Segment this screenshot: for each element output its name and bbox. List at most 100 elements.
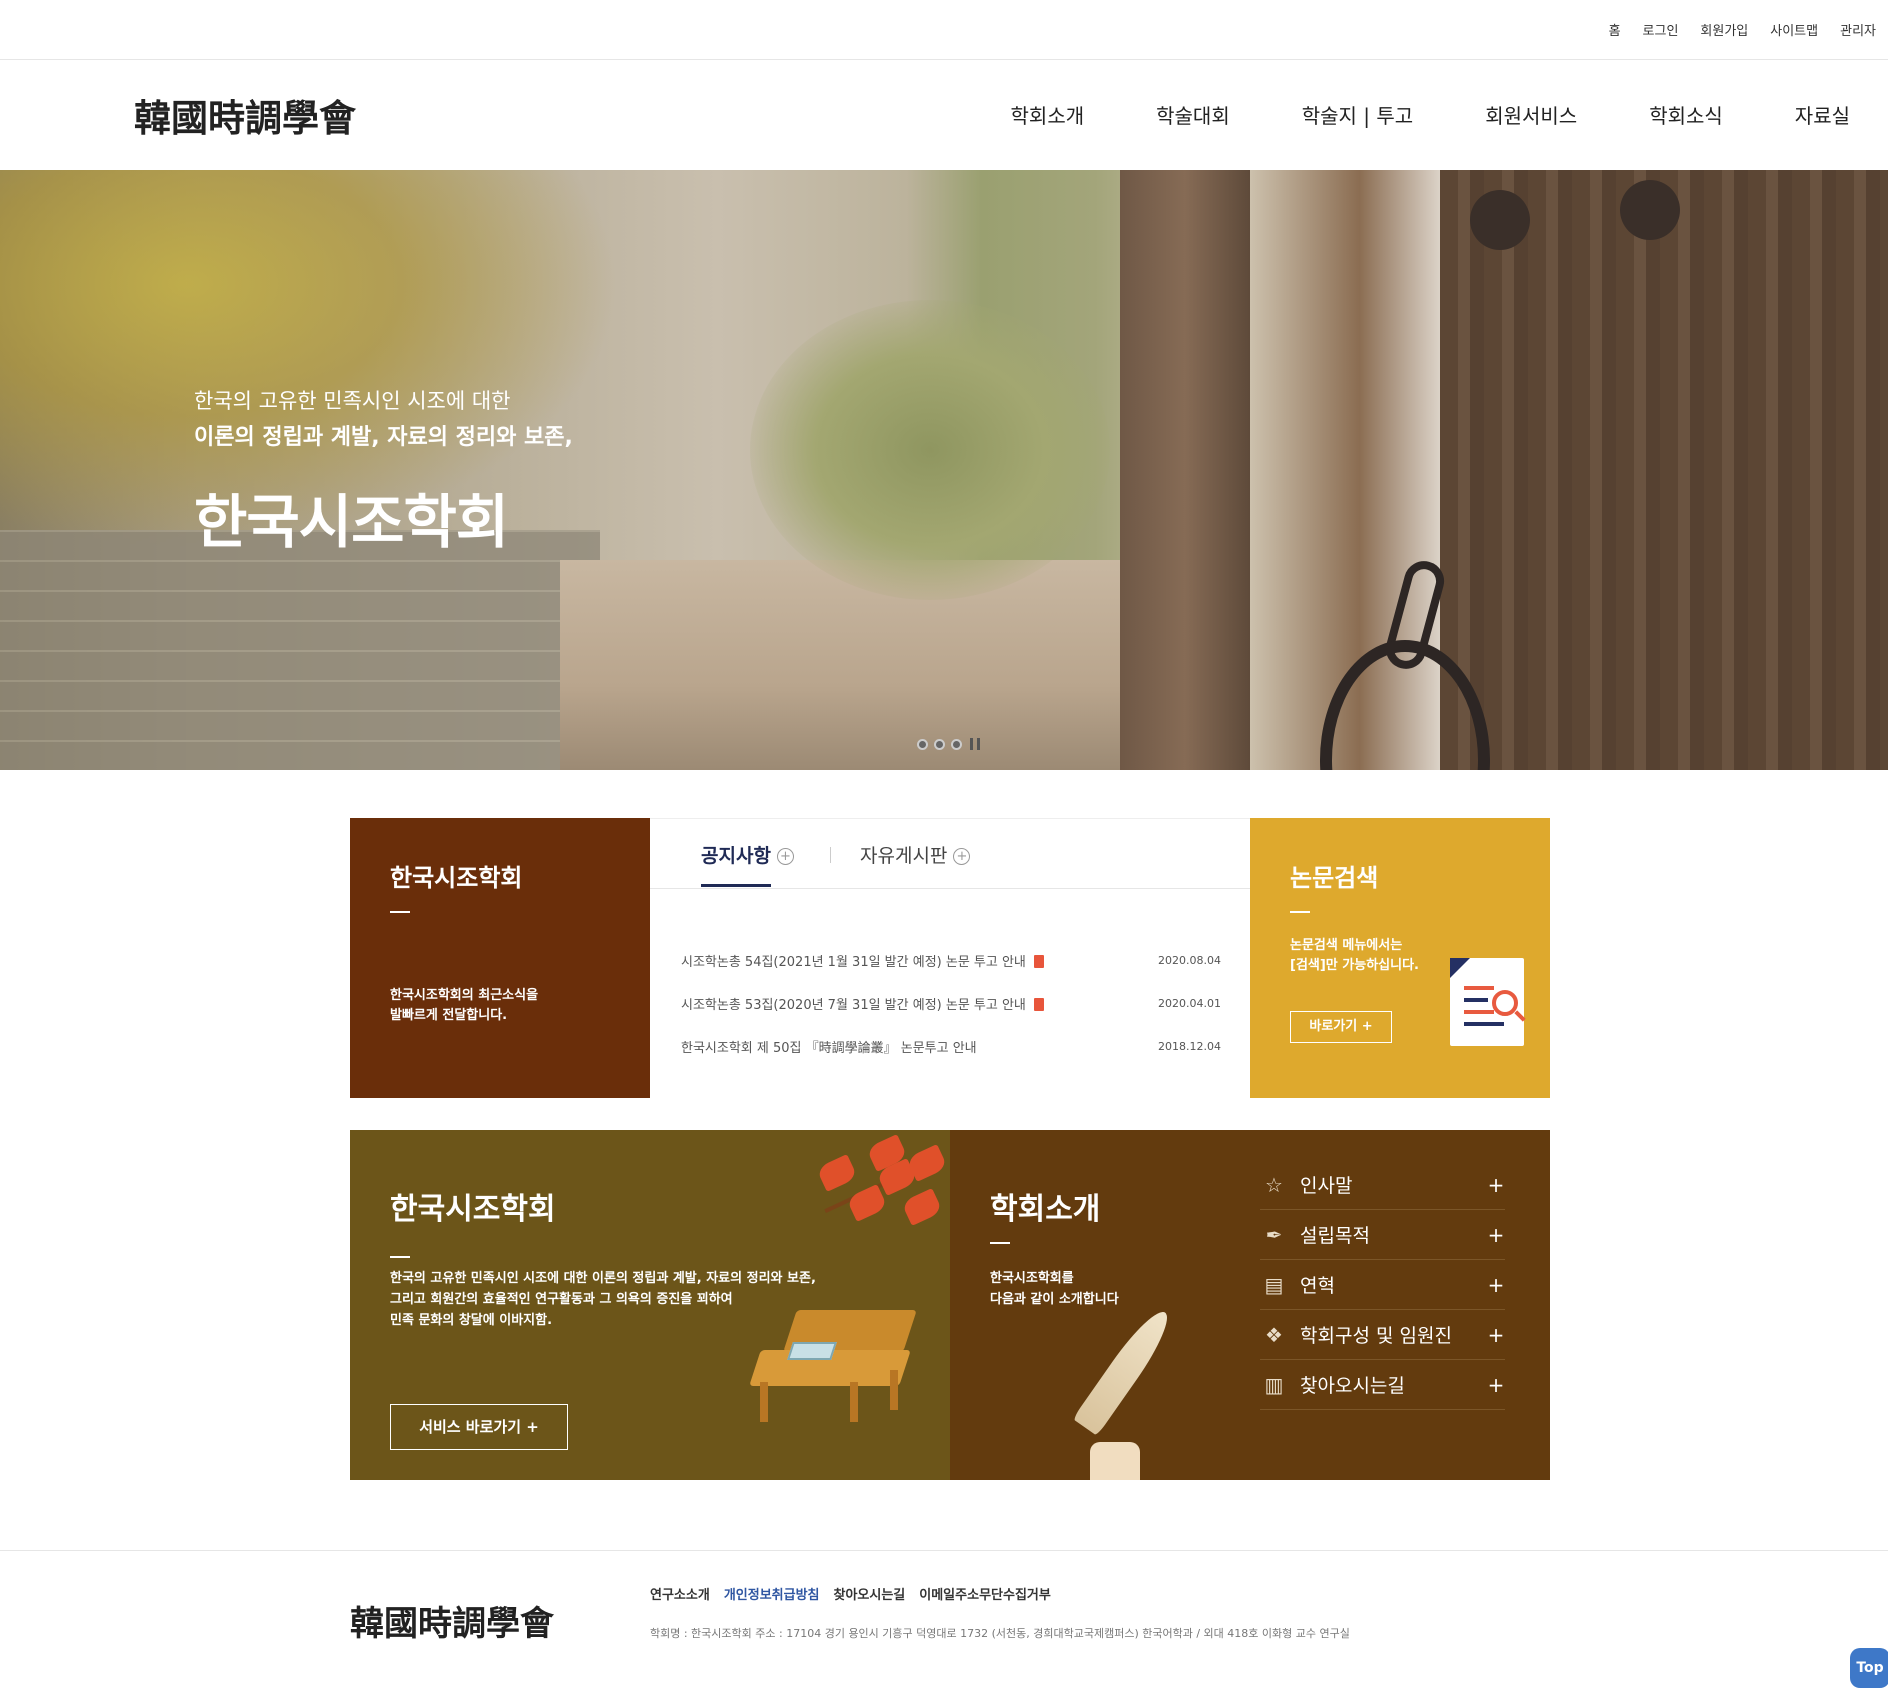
board-row[interactable]: 한국시조학회 제 50집 『時調學論叢』 논문투고 안내 2018.12.04 [681,1025,1221,1068]
intro-menu-directions[interactable]: ▥ 찾아오시는길 + [1260,1360,1505,1410]
hero-greenery [750,300,1110,600]
footer-address: 학회명 : 한국시조학회 주소 : 17104 경기 용인시 기흥구 덕영대로 … [650,1627,1350,1640]
doc-line [1464,1022,1504,1026]
footer-link-institute[interactable]: 연구소소개 [650,1584,710,1603]
paper-search-desc-line1: 논문검색 메뉴에서는 [1290,938,1403,953]
news-card-desc: 한국시조학회의 최근소식을 발빠르게 전달합니다. [390,986,538,1026]
hero-title: 한국시조학회 [194,488,509,556]
intro-menu-history[interactable]: ▤ 연혁 + [1260,1260,1505,1310]
bench-leg [890,1370,898,1410]
quill-icon [1072,1304,1178,1436]
nav-journal[interactable]: 학술지 | 투고 [1230,100,1413,129]
title-divider [390,1256,410,1258]
board-row-title: 한국시조학회 제 50집 『時調學論叢』 논문투고 안내 [681,1041,977,1056]
nav-about[interactable]: 학회소개 [939,100,1085,129]
intro-menu-list: ☆ 인사말 + ✒ 설립목적 + ▤ 연혁 + ❖ 학회구성 및 임원진 + ▥… [1260,1160,1505,1410]
nav-archive[interactable]: 자료실 [1723,100,1850,129]
util-home-link[interactable]: 홈 [1609,20,1621,39]
board-row[interactable]: 시조학논총 53집(2020년 7월 31일 발간 예정) 논문 투고 안내 2… [681,982,1221,1025]
doc-line [1464,986,1494,990]
document-fold [1450,958,1470,978]
board-list: 시조학논총 54집(2021년 1월 31일 발간 예정) 논문 투고 안내 2… [681,939,1221,1068]
footer-link-privacy[interactable]: 개인정보취급방침 [724,1584,820,1603]
board-row[interactable]: 시조학논총 54집(2021년 1월 31일 발간 예정) 논문 투고 안내 2… [681,939,1221,982]
notice-board: 공지사항 + 자유게시판 + 시조학논총 54집(2021년 1월 31일 발간 예… [650,818,1250,1098]
nav-member-service[interactable]: 회원서비스 [1413,100,1577,129]
bench-leg [760,1382,768,1422]
footer-links: 연구소소개 개인정보취급방침 찾아오시는길 이메일주소무단수집거부 [650,1584,1051,1603]
hero-subtitle-1: 한국의 고유한 민족시인 시조에 대한 [194,389,511,413]
site-footer: 韓國時調學會 연구소소개 개인정보취급방침 찾아오시는길 이메일주소무단수집거부… [0,1550,1888,1695]
board-row-title-text: 시조학논총 53집(2020년 7월 31일 발간 예정) 논문 투고 안내 [681,998,1026,1013]
util-sitemap-link[interactable]: 사이트맵 [1770,20,1818,39]
society-desc-line3: 민족 문화의 창달에 이바지함. [390,1313,553,1328]
intro-menu-label: 학회구성 및 임원진 [1300,1325,1452,1347]
plus-icon: + [1487,1222,1505,1247]
nav-news[interactable]: 학회소식 [1577,100,1723,129]
tab-notice[interactable]: 공지사항 + [701,841,794,868]
tab-divider [830,847,831,863]
plus-icon: + [1487,1372,1505,1397]
news-card-desc-line1: 한국시조학회의 최근소식을 [390,988,539,1003]
board-tabs: 공지사항 + 자유게시판 + [650,819,1250,889]
board-row-date: 2018.12.04 [1158,1040,1221,1053]
hero-banner: 한국의 고유한 민족시인 시조에 대한 이론의 정립과 계발, 자료의 정리와 … [0,170,1888,770]
nav-conference[interactable]: 학술대회 [1084,100,1230,129]
util-login-link[interactable]: 로그인 [1643,20,1679,39]
scroll-top-button[interactable]: Top [1850,1648,1888,1688]
active-tab-indicator [701,884,771,887]
doc-line [1464,998,1488,1002]
tab-notice-label: 공지사항 [701,845,771,867]
pen-nib-icon: ✒ [1265,1222,1283,1247]
title-divider [390,911,410,913]
inkpot-icon [1090,1442,1140,1480]
board-row-title-text: 시조학논총 54집(2021년 1월 31일 발간 예정) 논문 투고 안내 [681,955,1026,970]
intro-menu-purpose[interactable]: ✒ 설립목적 + [1260,1210,1505,1260]
society-desc-line1: 한국의 고유한 민족시인 시조에 대한 이론의 정립과 계발, 자료의 정리와 … [390,1271,816,1286]
footer-link-email-refusal[interactable]: 이메일주소무단수집거부 [919,1584,1051,1603]
handshake-icon: ❖ [1265,1322,1283,1347]
plus-circle-icon[interactable]: + [776,848,794,865]
tab-free-board-label: 자유게시판 [860,845,948,867]
paper-search-desc: 논문검색 메뉴에서는 [검색]만 가능하십니다. [1290,936,1419,976]
document-search-icon [1450,958,1526,1046]
utility-bar: 홈 로그인 회원가입 사이트맵 관리자 [0,0,1888,60]
building-icon: ▥ [1264,1372,1284,1397]
society-card-desc: 한국의 고유한 민족시인 시조에 대한 이론의 정립과 계발, 자료의 정리와 … [390,1268,816,1331]
news-card-title: 한국시조학회 [390,864,523,892]
plus-circle-icon[interactable]: + [953,848,971,865]
footer-logo: 韓國時調學會 [350,1604,554,1644]
society-card: 한국시조학회 한국의 고유한 민족시인 시조에 대한 이론의 정립과 계발, 자… [350,1130,950,1480]
tab-free-board[interactable]: 자유게시판 + [860,841,971,868]
slide-dot-2[interactable] [934,738,945,750]
title-divider [1290,911,1310,913]
hero-text: 한국의 고유한 민족시인 시조에 대한 이론의 정립과 계발, 자료의 정리와 … [194,385,573,559]
site-header: 韓國時調學會 학회소개 학술대회 학술지 | 투고 회원서비스 학회소식 자료실 [0,60,1888,170]
society-desc-line2: 그리고 회원간의 효율적인 연구활동과 그 의욕의 증진을 꾀하여 [390,1292,733,1307]
util-signup-link[interactable]: 회원가입 [1700,20,1748,39]
main-nav: 학회소개 학술대회 학술지 | 투고 회원서비스 학회소식 자료실 [939,100,1850,129]
board-row-title: 시조학논총 53집(2020년 7월 31일 발간 예정) 논문 투고 안내 [681,994,1044,1013]
paper-search-go-button[interactable]: 바로가기 + [1290,1011,1392,1043]
slide-dot-1[interactable] [917,738,928,750]
intro-menu-label: 인사말 [1300,1175,1353,1197]
hero-subtitle-2: 이론의 정립과 계발, 자료의 정리와 보존, [194,425,573,450]
intro-menu-organization[interactable]: ❖ 학회구성 및 임원진 + [1260,1310,1505,1360]
book-icon [787,1342,837,1360]
file-attachment-icon [1033,955,1044,968]
file-attachment-icon [1033,998,1044,1011]
bench-leg [850,1382,858,1422]
pause-icon[interactable] [970,738,980,750]
door-ornament-icon [1470,190,1530,250]
board-row-date: 2020.04.01 [1158,997,1221,1010]
plus-icon: + [1487,1322,1505,1347]
site-logo[interactable]: 韓國時調學會 [134,88,356,142]
intro-menu-greeting[interactable]: ☆ 인사말 + [1260,1160,1505,1210]
service-shortcut-button[interactable]: 서비스 바로가기 + [390,1404,568,1450]
footer-link-directions[interactable]: 찾아오시는길 [834,1584,906,1603]
magnifier-handle [1514,1010,1526,1022]
list-document-icon: ▤ [1264,1272,1284,1297]
slide-dot-3[interactable] [951,738,962,750]
hero-stone-wall [0,530,600,770]
util-admin-link[interactable]: 관리자 [1840,20,1876,39]
